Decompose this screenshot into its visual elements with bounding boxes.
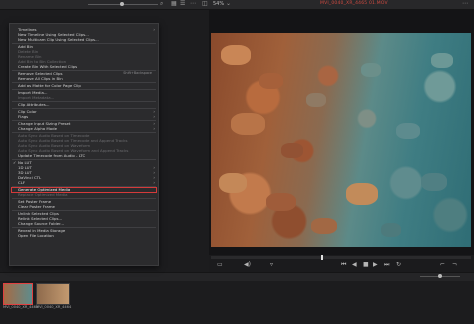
menu-separator bbox=[12, 158, 156, 160]
submenu-arrow-icon: › bbox=[153, 180, 155, 185]
menu-item[interactable]: Remove All Clips in Bin bbox=[18, 76, 63, 81]
menu-item[interactable]: Change Source Folder... bbox=[18, 221, 64, 226]
menu-item[interactable]: CLF bbox=[18, 180, 25, 185]
submenu-arrow-icon: › bbox=[153, 27, 155, 32]
grid-view-icon[interactable]: ▦ bbox=[171, 1, 177, 7]
menu-item[interactable]: Create Bin With Selected Clips bbox=[18, 64, 77, 69]
submenu-arrow-icon: › bbox=[153, 126, 155, 131]
stop-icon[interactable]: ■ bbox=[363, 261, 369, 269]
zoom-slider-knob[interactable] bbox=[438, 274, 442, 278]
play-icon[interactable]: ▶ bbox=[373, 261, 378, 269]
viewer-layout-icon[interactable]: ◫ bbox=[202, 1, 208, 7]
sort-icon[interactable]: ⋯ bbox=[190, 1, 196, 7]
clip-thumbnail[interactable] bbox=[36, 283, 70, 305]
marker-icon[interactable]: ▿ bbox=[270, 261, 273, 269]
menu-item[interactable]: Change Alpha Mode bbox=[18, 126, 57, 131]
viewer-frame-image bbox=[211, 33, 471, 247]
menu-item[interactable]: Update Timecode from Audio - LTC bbox=[18, 153, 85, 158]
menu-item[interactable]: Clear Poster Frame bbox=[18, 204, 55, 209]
menu-item: Replace Optimized Media bbox=[18, 192, 68, 197]
context-menu: Timelines › New Timeline Using Selected Cl… bbox=[9, 23, 159, 266]
speaker-icon[interactable]: ◀) bbox=[244, 261, 251, 269]
menu-item[interactable]: New Multicam Clip Using Selected Clips..… bbox=[18, 37, 99, 42]
out-point-icon[interactable]: ¬ bbox=[452, 261, 457, 269]
viewer-scrubber[interactable] bbox=[211, 255, 471, 260]
rewind-icon[interactable]: ◀ bbox=[352, 261, 357, 269]
viewer-zoom-level[interactable]: 54% bbox=[213, 1, 224, 7]
menu-item[interactable]: Clip Attributes... bbox=[18, 102, 50, 107]
clip-name: MVI_0040_XR_4464 bbox=[36, 305, 72, 309]
playhead[interactable] bbox=[321, 255, 323, 260]
viewer-clip-name: MVI_0040_XR_4465 01.MOV bbox=[320, 1, 388, 6]
in-point-icon[interactable]: ⌐ bbox=[440, 261, 445, 269]
clip-name: MVI_0040_XR_4465 bbox=[3, 305, 39, 309]
menu-item: Import Metadata... bbox=[18, 95, 55, 100]
skip-forward-icon[interactable]: ⏭ bbox=[384, 261, 389, 269]
menu-item[interactable]: Add as Matte for Color Page Clip bbox=[18, 83, 81, 88]
media-pool-clips bbox=[0, 281, 474, 324]
list-view-icon[interactable]: ☰ bbox=[180, 1, 185, 7]
submenu-arrow-icon: › bbox=[153, 114, 155, 119]
menu-item[interactable]: Flags bbox=[18, 114, 28, 119]
top-toolbar: ⌕ ▦ ☰ ⋯ ◫ 54% ⌄ MVI_0040_XR_4465 01.MOV … bbox=[0, 0, 474, 10]
thumbnail-size-slider-knob[interactable] bbox=[120, 2, 124, 6]
menu-item[interactable]: Open File Location bbox=[18, 233, 54, 238]
chevron-down-icon[interactable]: ⌄ bbox=[226, 1, 231, 7]
media-pool-header bbox=[0, 272, 474, 281]
more-options-icon[interactable]: ⋯ bbox=[462, 1, 468, 7]
menu-separator bbox=[12, 42, 156, 44]
viewer-display-icon[interactable]: ▭ bbox=[217, 261, 223, 269]
skip-back-icon[interactable]: ⏮ bbox=[341, 261, 346, 269]
loop-icon[interactable]: ↻ bbox=[396, 261, 401, 269]
menu-shortcut: Shift+Backspace bbox=[123, 71, 152, 75]
search-icon[interactable]: ⌕ bbox=[160, 1, 163, 7]
checkmark-icon: ✓ bbox=[13, 160, 17, 165]
clip-thumbnail[interactable] bbox=[3, 283, 33, 305]
